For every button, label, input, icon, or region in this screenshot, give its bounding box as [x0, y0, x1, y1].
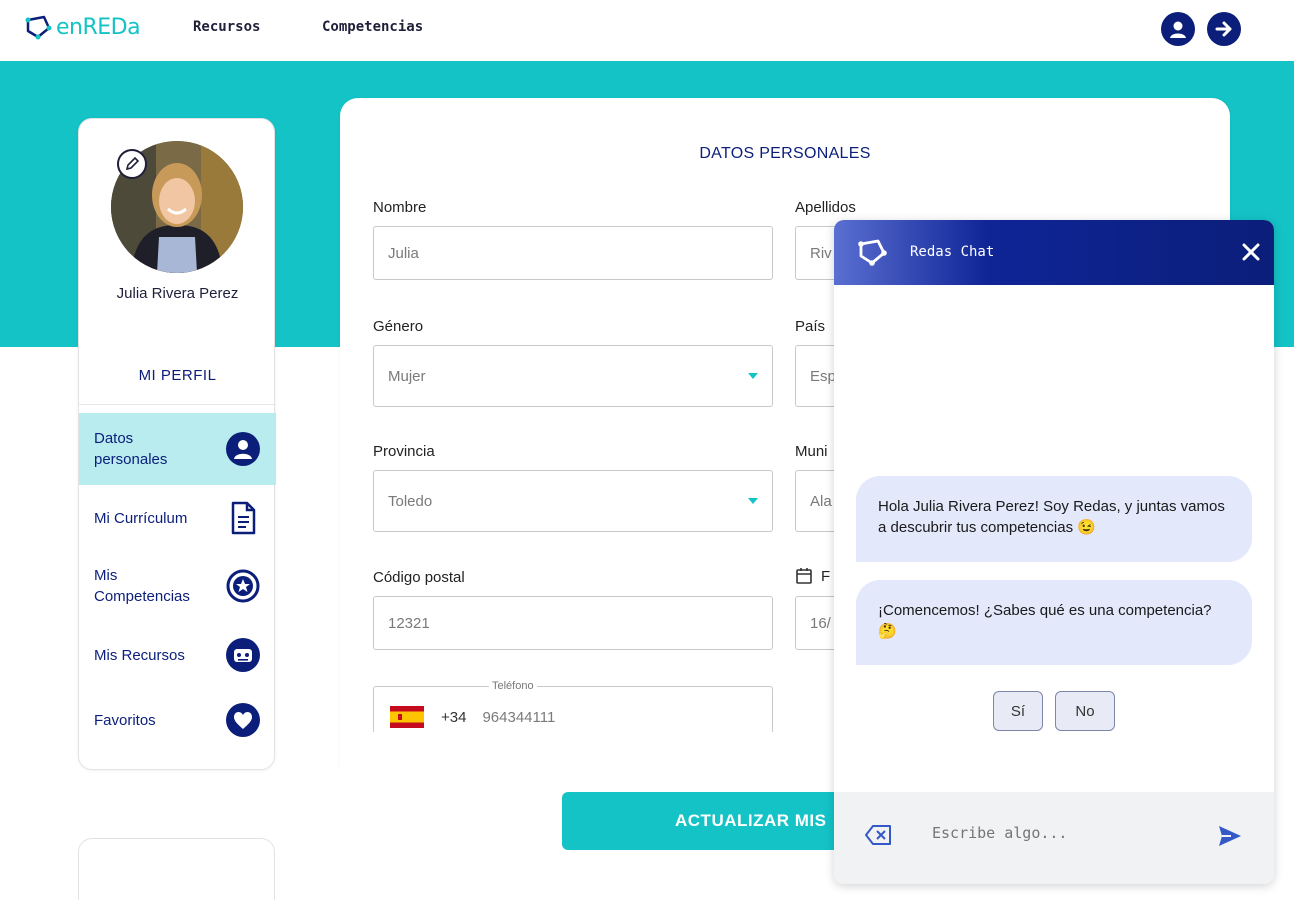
logo-text: enREDa	[56, 14, 141, 40]
chat-message: Hola Julia Rivera Perez! Soy Redas, y ju…	[856, 476, 1252, 562]
close-icon[interactable]	[1239, 240, 1263, 264]
profile-sidebar: Julia Rivera Perez MI PERFIL Datos perso…	[78, 118, 276, 770]
logo-icon	[25, 15, 52, 40]
nav-competencias[interactable]: Competencias	[322, 19, 423, 35]
chevron-down-icon	[748, 373, 758, 379]
sidebar-item-label: Mi Currículum	[94, 509, 188, 527]
robot-icon	[226, 638, 260, 672]
sidebar-item-mis-recursos[interactable]: Mis Recursos	[79, 621, 276, 689]
nombre-label: Nombre	[373, 199, 427, 216]
form-scroll-fade	[340, 732, 860, 792]
fecha-label: F	[821, 567, 831, 585]
pais-value: Esp	[810, 367, 836, 385]
badge-star-icon	[226, 569, 260, 603]
sidebar-item-label: Mis Competencias	[94, 567, 190, 605]
sidebar-item-datos-personales[interactable]: Datos personales	[79, 413, 276, 485]
phone-prefix: +34	[441, 708, 467, 726]
calendar-icon	[796, 568, 812, 584]
chat-header: Redas Chat	[834, 220, 1274, 285]
provincia-label: Provincia	[373, 443, 435, 460]
chat-message: ¡Comencemos! ¿Sabes qué es una competenc…	[856, 580, 1252, 665]
logout-arrow-icon[interactable]	[1207, 12, 1241, 46]
pais-label: País	[795, 318, 826, 335]
reply-si-button[interactable]: Sí	[993, 691, 1043, 731]
genero-select[interactable]: Mujer	[373, 345, 773, 407]
genero-value: Mujer	[388, 367, 426, 385]
fecha-label-row: F	[795, 567, 830, 585]
apellidos-label: Apellidos	[795, 199, 856, 216]
municipio-label: Muni	[795, 443, 828, 460]
chat-title: Redas Chat	[910, 244, 995, 260]
genero-label: Género	[373, 318, 424, 335]
heart-icon	[226, 703, 260, 737]
nav-recursos[interactable]: Recursos	[193, 19, 260, 35]
codigo-postal-value: 12321	[388, 614, 430, 632]
sidebar-item-label: Favoritos	[94, 711, 156, 729]
form-title: DATOS PERSONALES	[699, 145, 871, 162]
account-icon[interactable]	[1161, 12, 1195, 46]
nombre-value: Julia	[388, 244, 419, 262]
apellidos-value: Riv	[810, 244, 832, 262]
chevron-down-icon	[748, 498, 758, 504]
send-icon[interactable]	[1217, 824, 1243, 848]
fecha-value: 16/	[810, 614, 831, 632]
chat-input-bar	[834, 792, 1274, 884]
chat-window: Redas Chat Hola Julia Rivera Perez! Soy …	[834, 220, 1274, 884]
edit-avatar-pencil-icon[interactable]	[117, 149, 147, 179]
secondary-sidebar-card	[78, 838, 275, 900]
app-root: enREDa Recursos Competencias Julia River…	[0, 0, 1294, 900]
chat-message-input[interactable]	[932, 824, 1192, 842]
nombre-field[interactable]: Julia	[373, 226, 773, 280]
sidebar-item-label: Mis Recursos	[94, 646, 185, 664]
provincia-select[interactable]: Toledo	[373, 470, 773, 532]
codigo-postal-field[interactable]: 12321	[373, 596, 773, 650]
user-circle-icon	[226, 432, 260, 466]
provincia-value: Toledo	[388, 492, 433, 510]
user-name: Julia Rivera Perez	[116, 285, 239, 302]
spain-flag-icon[interactable]	[390, 706, 424, 728]
sidebar-item-favoritos[interactable]: Favoritos	[79, 689, 276, 751]
divider	[79, 404, 276, 405]
document-icon	[226, 501, 260, 535]
sidebar-item-mi-curriculum[interactable]: Mi Currículum	[79, 485, 276, 551]
sidebar-item-label: Datos personales	[94, 430, 168, 468]
clear-input-icon[interactable]	[864, 824, 892, 846]
enreda-logo[interactable]: enREDa	[24, 14, 141, 40]
sidebar-item-mis-competencias[interactable]: Mis Competencias	[79, 551, 276, 621]
codigo-postal-label: Código postal	[373, 569, 465, 586]
profile-section-title: MI PERFIL	[138, 367, 217, 384]
chat-logo-icon	[858, 239, 887, 266]
phone-value: 964344111	[482, 708, 556, 726]
update-button[interactable]: ACTUALIZAR MIS	[562, 792, 862, 850]
municipio-value: Ala	[810, 492, 832, 510]
reply-no-button[interactable]: No	[1055, 691, 1115, 731]
top-header: enREDa Recursos Competencias	[0, 0, 1294, 60]
telefono-label: Teléfono	[489, 680, 537, 692]
